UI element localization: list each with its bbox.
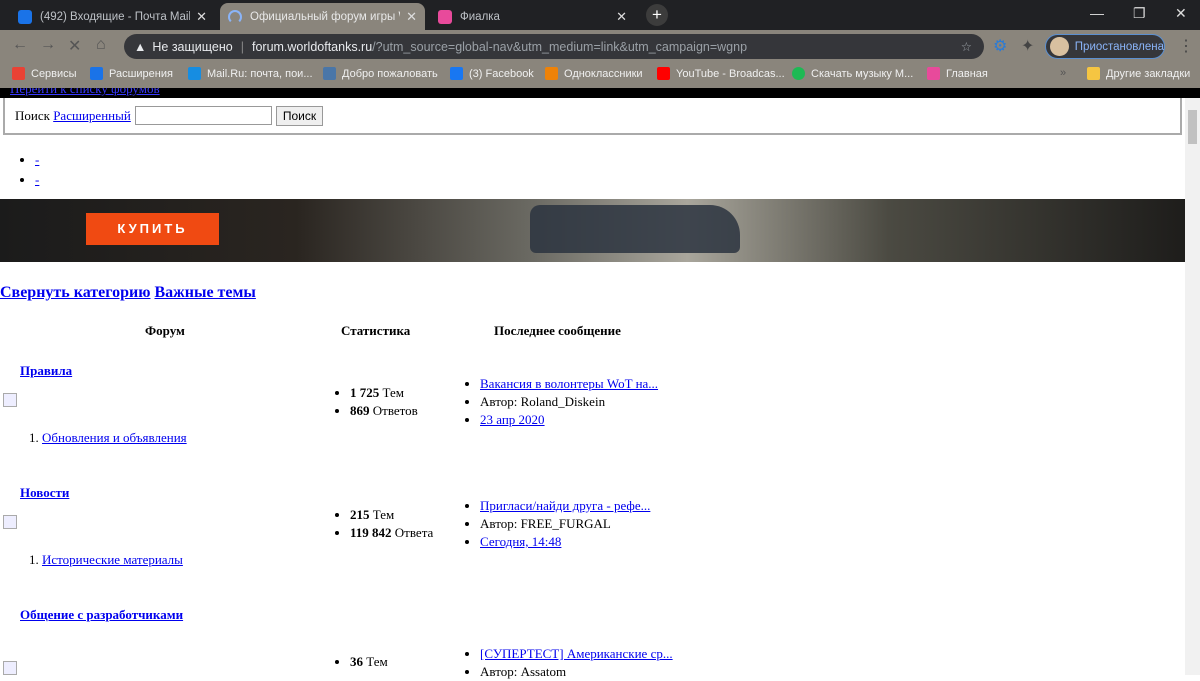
new-tab-button[interactable]: + [646,4,668,26]
forum-image-icon [3,393,17,407]
nav-link[interactable]: - [35,172,39,187]
last-post: Пригласи/найди друга - рефе... Автор: FRE… [462,497,650,551]
bookmark[interactable]: (3) Facebook [450,67,534,80]
address-bar[interactable]: ▲ Не защищено | forum.worldoftanks.ru/?u… [124,34,984,59]
forum-title-link[interactable]: Общение с разработчиками [20,607,183,623]
tab-mail[interactable]: (492) Входящие - Почта Mail.ru ✕ [10,3,215,30]
tab-forum[interactable]: Официальный форум игры World of Tanks✕ [220,3,425,30]
fialka-icon [438,9,452,24]
nav-list: - - [35,150,39,190]
menu-icon[interactable]: ⋮ [1178,36,1194,56]
scrollbar[interactable] [1185,98,1200,675]
minimize-button[interactable]: — [1090,5,1104,21]
close-tab-icon[interactable]: ✕ [406,9,417,25]
bookmarks-bar: Сервисы Расширения Mail.Ru: почта, пои..… [0,62,1200,88]
forum-stats: 215 Тем119 842 Ответа [332,506,433,542]
bookmark[interactable]: YouTube - Broadcas... [657,67,785,80]
last-post-link[interactable]: [СУПЕРТЕСТ] Американские ср... [480,646,673,661]
last-post-author: Автор: Roland_Diskein [480,393,658,411]
forum-image-icon [3,661,17,675]
promo-banner[interactable]: КУПИТЬ [0,199,1185,262]
warning-icon: ▲ [134,39,147,54]
tab-strip: (492) Входящие - Почта Mail.ru ✕ Официаль… [0,0,1200,30]
bookmark[interactable]: Добро пожаловать [323,67,438,80]
category-links: Свернуть категорию Важные темы [0,284,256,302]
search-label: Поиск [15,107,50,123]
subforum-list: Обновления и объявления [22,430,187,446]
last-post-link[interactable]: Пригласи/найди друга - рефе... [480,498,650,513]
header-last: Последнее сообщение [494,323,621,338]
buy-button[interactable]: КУПИТЬ [86,213,219,245]
maximize-button[interactable]: ❐ [1133,5,1146,22]
bookmark[interactable]: Mail.Ru: почта, пои... [188,67,313,80]
important-topics-link[interactable]: Важные темы [154,284,255,301]
header-stats: Статистика [341,323,411,338]
apps-icon [12,67,25,80]
fialka-icon [927,67,940,80]
search-button[interactable]: Поиск [275,105,324,126]
forum-title-link[interactable]: Правила [20,363,72,379]
close-window-button[interactable]: ✕ [1175,5,1187,22]
subforum-list: Исторические материалы [22,552,183,568]
last-post-link[interactable]: Вакансия в волонтеры WoT на... [480,376,658,391]
other-bookmarks[interactable]: Другие закладки [1087,67,1190,80]
back-icon[interactable]: ← [12,36,28,54]
close-tab-icon[interactable]: ✕ [616,9,627,25]
youtube-icon [657,67,670,80]
facebook-icon [450,67,463,80]
toolbar: ← → ✕ ⌂ ▲ Не защищено | forum.worldoftan… [0,30,1200,62]
mail-icon [18,9,32,24]
subforum-link[interactable]: Исторические материалы [42,552,183,567]
nav-link[interactable]: - [35,152,39,167]
forum-stats: 1 725 Тем869 Ответов [332,384,418,420]
ok-icon [545,67,558,80]
header-forum: Форум [145,323,185,338]
scrollbar-thumb[interactable] [1188,110,1197,144]
last-post: [СУПЕРТЕСТ] Американские ср... Автор: Ass… [462,645,673,681]
folder-icon [1087,67,1100,80]
puzzle-icon [90,67,103,80]
search-form: Поиск Расширенный Поиск [3,98,1182,135]
security-label[interactable]: Не защищено [152,40,232,54]
forward-icon[interactable]: → [40,36,56,54]
tab-fialka[interactable]: Фиалка ✕ [430,3,635,30]
loading-icon [228,9,242,24]
collapse-category-link[interactable]: Свернуть категорию [0,284,150,301]
bookmark[interactable]: Расширения [90,67,173,80]
star-icon[interactable]: ☆ [961,39,972,54]
last-post-author: Автор: FREE_FURGAL [480,515,650,533]
stop-icon[interactable]: ✕ [68,36,81,56]
last-post-date[interactable]: 23 апр 2020 [480,412,545,427]
search-input[interactable] [134,106,272,125]
top-bar: Перейти к списку форумов [0,88,1200,98]
bookmark[interactable]: Скачать музыку М... [792,67,913,80]
forum-title-link[interactable]: Новости [20,485,69,501]
home-icon[interactable]: ⌂ [96,36,106,54]
subforum-link[interactable]: Обновления и объявления [42,430,187,445]
tank-image [530,205,740,253]
avatar [1050,37,1069,56]
close-tab-icon[interactable]: ✕ [196,9,207,25]
last-post-author: Автор: Assatom [480,663,673,681]
bookmark[interactable]: Одноклассники [545,67,643,80]
last-post: Вакансия в волонтеры WoT на... Автор: Rol… [462,375,658,429]
mailru-icon [188,67,201,80]
more-bookmarks[interactable]: » [1060,67,1066,79]
last-post-date[interactable]: Сегодня, 14:48 [480,534,561,549]
profile-button[interactable]: Приостановлена [1045,34,1165,59]
puzzle-icon[interactable]: ✦ [1021,36,1034,56]
advanced-search-link[interactable]: Расширенный [53,108,131,124]
extension-icon[interactable]: ⚙ [993,36,1007,56]
vk-icon [323,67,336,80]
forum-stats: 36 Тем [332,653,388,671]
forum-image-icon [3,515,17,529]
bookmark[interactable]: Главная [927,67,988,80]
play-icon [792,67,805,80]
forum-list-link[interactable]: Перейти к списку форумов [10,88,160,97]
bookmark[interactable]: Сервисы [12,67,77,80]
